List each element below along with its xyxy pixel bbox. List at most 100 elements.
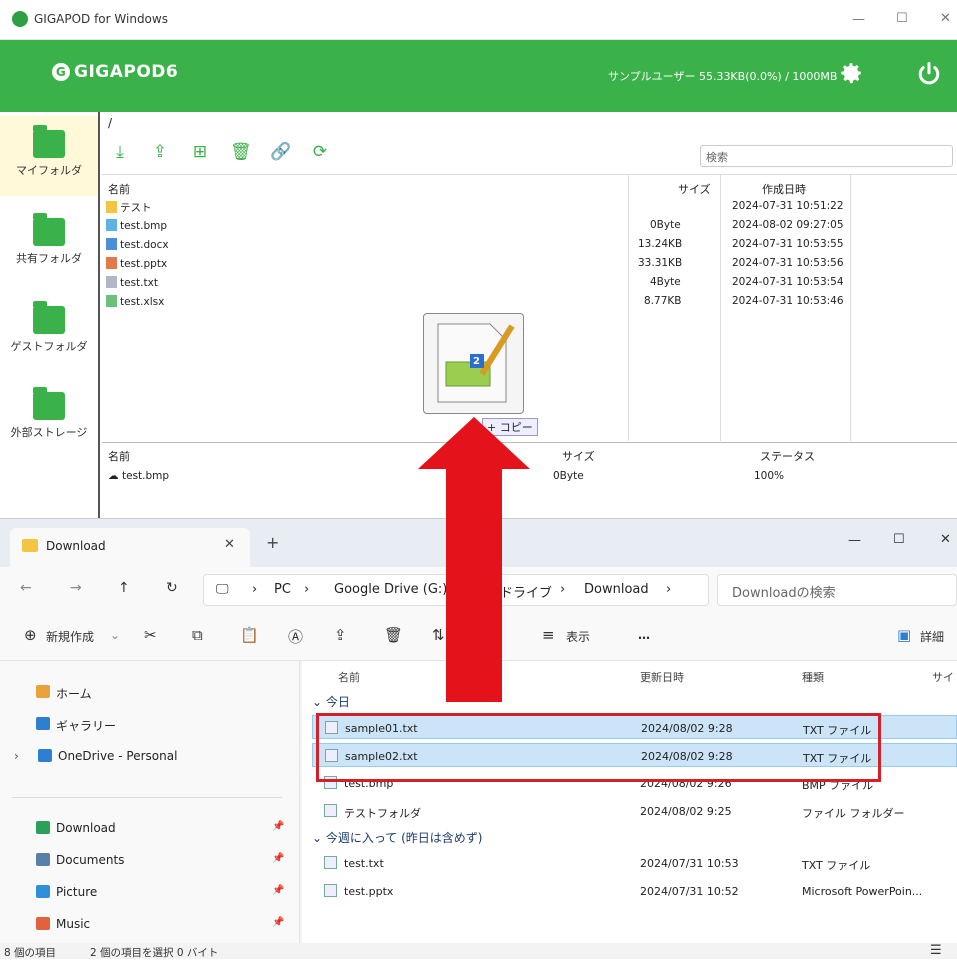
chevron-right-icon: ›	[666, 582, 672, 597]
forward-icon[interactable]: →	[70, 580, 82, 596]
power-icon[interactable]	[915, 60, 943, 88]
sidebar-item-my-folder[interactable]: マイフォルダ	[0, 116, 98, 196]
file-date: 2024/08/02 9:25	[640, 805, 732, 818]
nav-item-onedrive-personal[interactable]: › OneDrive - Personal	[0, 741, 290, 771]
delete-icon[interactable]: 🗑	[384, 626, 403, 644]
close-button[interactable]: ✕	[940, 532, 951, 547]
file-icon	[324, 856, 337, 869]
file-row[interactable]: test.docx 13.24KB 2024-07-31 10:53:55	[102, 237, 957, 253]
up-icon[interactable]: ↑	[118, 580, 130, 596]
close-tab-icon[interactable]: ✕	[224, 537, 235, 552]
link-icon[interactable]: 🔗	[270, 142, 291, 162]
file-size: 4Byte	[650, 276, 681, 288]
column-header-name[interactable]: 名前	[108, 181, 130, 197]
minimize-button[interactable]: —	[848, 533, 861, 548]
file-row[interactable]: test.xlsx 8.77KB 2024-07-31 10:53:46	[102, 294, 957, 310]
pin-icon: 📌	[272, 885, 285, 896]
column-header-modified[interactable]: 更新日時	[640, 669, 684, 685]
shared-folder-icon	[33, 213, 65, 246]
trash-icon[interactable]: 🗑	[230, 142, 252, 162]
group-header[interactable]: ⌄ 今日	[312, 693, 350, 710]
file-name: test.txt	[344, 857, 384, 870]
file-row[interactable]: test.txt 4Byte 2024-07-31 10:53:54	[102, 275, 957, 291]
file-row[interactable]: テスト 2024-07-31 10:51:22	[102, 199, 957, 215]
group-label: 今週に入って (昨日は含めず)	[325, 831, 483, 845]
nav-item-documents[interactable]: Documents 📌	[0, 845, 290, 875]
nav-item-[interactable]: ギャラリー	[0, 709, 290, 739]
gigapod-app-icon	[12, 11, 28, 27]
view-button[interactable]: 表示	[566, 628, 590, 645]
maximize-button[interactable]: ☐	[893, 532, 905, 547]
text-file-icon	[106, 276, 117, 288]
window-title: GIGAPOD for Windows	[34, 12, 168, 26]
nav-item-picture[interactable]: Picture 📌	[0, 877, 290, 907]
column-header-type[interactable]: 種類	[802, 669, 824, 685]
group-header[interactable]: ⌄ 今週に入って (昨日は含めず)	[312, 829, 482, 846]
rename-icon[interactable]: Ⓐ	[288, 626, 303, 647]
file-type: TXT ファイル	[802, 859, 871, 872]
refresh-icon[interactable]: ↻	[166, 580, 178, 596]
file-name: test.pptx	[344, 885, 394, 898]
list-item[interactable]: test.pptx 2024/07/31 10:52 Microsoft Power…	[312, 879, 957, 903]
more-button[interactable]: …	[638, 628, 650, 642]
pc-icon: 🖵	[216, 582, 229, 597]
file-date: 2024-07-31 10:53:46	[732, 295, 844, 307]
file-row[interactable]: test.bmp 0Byte 2024-08-02 09:27:05	[102, 218, 957, 234]
plus-circle-icon: ⊕	[24, 626, 37, 644]
file-date: 2024/07/31 10:53	[640, 857, 739, 870]
cut-icon[interactable]: ✂	[144, 626, 157, 644]
nav-item-download[interactable]: Download 📌	[0, 813, 290, 843]
nav-item-[interactable]: ホーム	[0, 677, 290, 707]
explorer-tab[interactable]: Download ✕	[10, 528, 250, 567]
upload-icon[interactable]: ⇪	[150, 142, 170, 162]
column-header-created[interactable]: 作成日時	[762, 181, 806, 197]
file-size: 33.31KB	[638, 257, 683, 269]
group-label: 今日	[325, 695, 350, 709]
nav-item-music[interactable]: Music 📌	[0, 909, 290, 939]
image-file-icon	[106, 219, 117, 231]
details-pane-icon: ▣	[897, 626, 912, 644]
paste-icon[interactable]: 📋	[240, 626, 259, 644]
maximize-button[interactable]: ☐	[896, 11, 908, 26]
gear-icon[interactable]	[838, 60, 864, 86]
file-name: test.xlsx	[120, 296, 165, 308]
column-header-name[interactable]: 名前	[338, 669, 360, 685]
new-tab-button[interactable]: +	[266, 533, 279, 552]
explorer-search-input[interactable]: Downloadの検索	[717, 574, 957, 606]
upload-header-size: サイズ	[562, 450, 595, 463]
new-folder-icon[interactable]: ⊞	[190, 142, 210, 162]
list-view-icon[interactable]: ☰	[930, 943, 942, 958]
home-icon	[36, 685, 50, 698]
tab-title: Download	[46, 539, 106, 553]
back-icon[interactable]: ←	[20, 580, 32, 596]
picture-icon	[36, 885, 50, 898]
file-row[interactable]: test.pptx 33.31KB 2024-07-31 10:53:56	[102, 256, 957, 272]
list-item[interactable]: テストフォルダ 2024/08/02 9:25 ファイル フォルダー	[312, 799, 957, 823]
file-date: 2024/07/31 10:52	[640, 885, 739, 898]
gigapod-sidebar: マイフォルダ 共有フォルダ ゲストフォルダ 外部ストレージ	[0, 112, 100, 522]
breadcrumb-pc[interactable]: PC	[274, 582, 291, 597]
refresh-icon[interactable]: ⟳	[310, 142, 330, 162]
nav-item-label: ギャラリー	[56, 719, 117, 733]
gigapod-search-input[interactable]: 検索	[700, 145, 953, 167]
download-icon[interactable]: ⤓	[110, 142, 130, 162]
documents-icon	[36, 853, 50, 866]
gigapod-logo: G GIGAPOD6	[52, 62, 178, 82]
expand-chevron-icon[interactable]: ›	[14, 749, 19, 763]
column-header-size[interactable]: サイ	[932, 669, 954, 685]
chevron-down-icon: ⌄	[110, 628, 121, 642]
breadcrumb-download[interactable]: Download	[584, 582, 649, 597]
sidebar-item-guest-folder[interactable]: ゲストフォルダ	[0, 292, 98, 372]
list-item[interactable]: test.txt 2024/07/31 10:53 TXT ファイル	[312, 851, 957, 875]
file-size: 0Byte	[650, 219, 681, 231]
details-button[interactable]: 詳細	[920, 628, 944, 645]
column-header-size[interactable]: サイズ	[678, 181, 711, 197]
new-button[interactable]: 新規作成	[46, 628, 94, 645]
share-icon[interactable]: ⇪	[334, 626, 347, 644]
copy-icon[interactable]: ⧉	[192, 626, 203, 644]
close-button[interactable]: ✕	[940, 11, 951, 26]
excel-file-icon	[106, 295, 117, 307]
minimize-button[interactable]: —	[852, 12, 865, 27]
sidebar-item-shared-folder[interactable]: 共有フォルダ	[0, 204, 98, 284]
sidebar-item-external-storage[interactable]: 外部ストレージ	[0, 378, 98, 458]
